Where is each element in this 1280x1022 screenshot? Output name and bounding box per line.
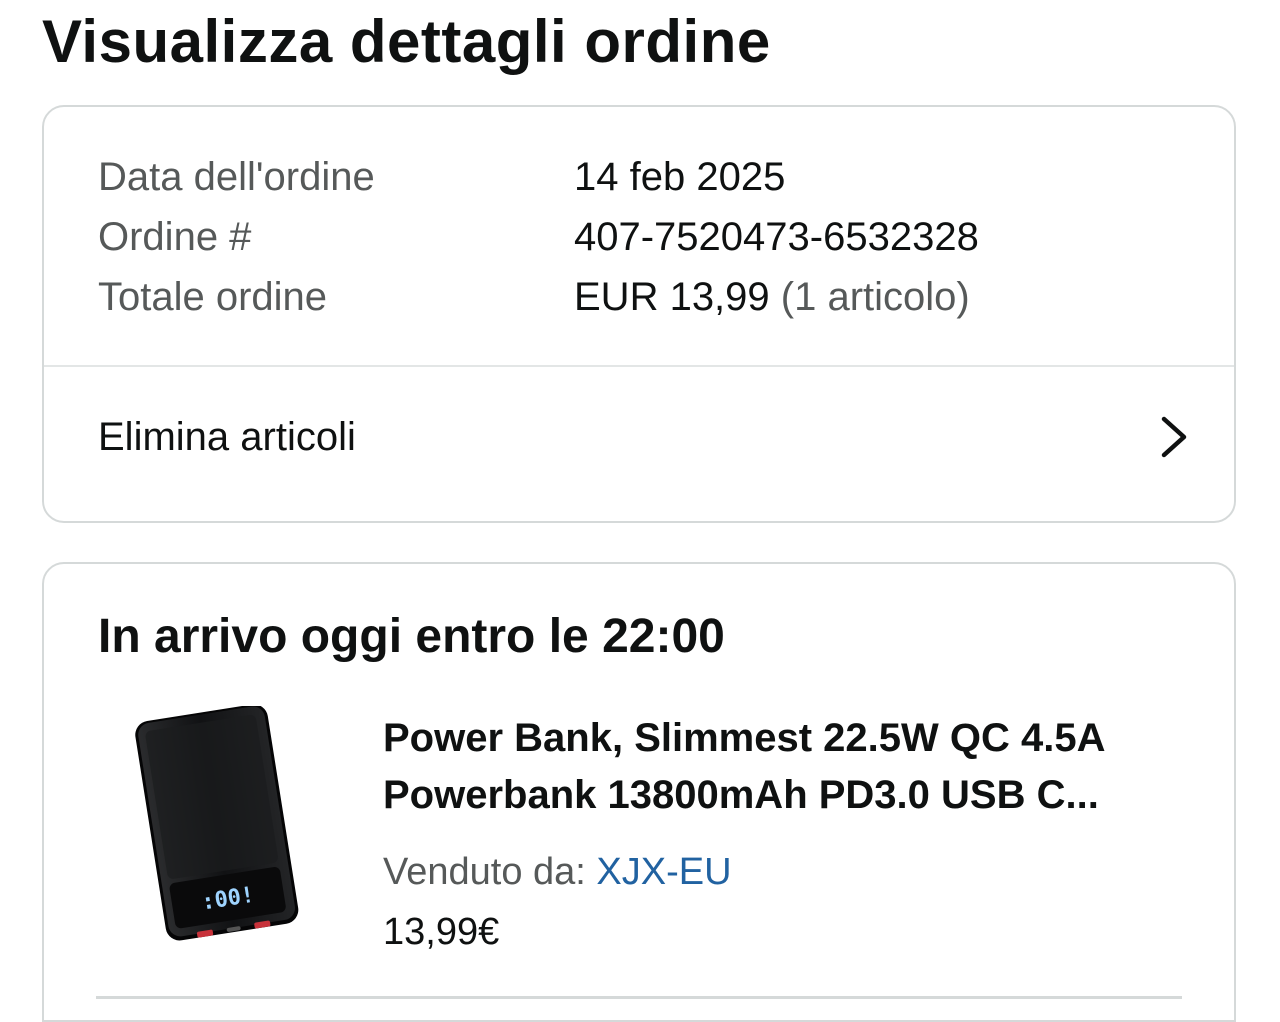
seller-link[interactable]: XJX-EU (596, 851, 731, 893)
order-date-value: 14 feb 2025 (574, 155, 786, 199)
seller-label: Venduto da: (383, 851, 586, 893)
shipment-card: In arrivo oggi entro le 22:00 :00! Power… (42, 562, 1236, 1022)
order-number-label: Ordine # (98, 215, 252, 259)
order-date-label: Data dell'ordine (98, 155, 375, 199)
product-title-link[interactable]: Power Bank, Slimmest 22.5W QC 4.5A Power… (383, 710, 1203, 824)
order-number-value: 407-7520473-6532328 (574, 215, 979, 259)
order-total-value-wrap: EUR 13,99 (1 articolo) (574, 267, 970, 327)
delete-items-label: Elimina articoli (98, 415, 356, 459)
order-item-count: (1 articolo) (780, 275, 970, 319)
product-price: 13,99€ (383, 911, 500, 953)
delete-items-row[interactable]: Elimina articoli (44, 367, 1234, 523)
shipment-divider (96, 996, 1182, 999)
order-date-row: Data dell'ordine 14 feb 2025 (98, 147, 1198, 207)
delivery-heading: In arrivo oggi entro le 22:00 (98, 610, 725, 663)
seller-line: Venduto da: XJX-EU (383, 844, 732, 900)
order-total-value: EUR 13,99 (574, 275, 770, 319)
power-bank-image[interactable]: :00! (120, 706, 306, 942)
page-title: Visualizza dettagli ordine (42, 8, 771, 75)
order-total-row: Totale ordine EUR 13,99 (1 articolo) (98, 267, 1198, 327)
order-total-label: Totale ordine (98, 275, 328, 319)
order-number-row: Ordine # 407-7520473-6532328 (98, 207, 1198, 267)
chevron-right-icon (1161, 416, 1187, 458)
order-summary-card: Data dell'ordine 14 feb 2025 Ordine # 40… (42, 105, 1236, 523)
